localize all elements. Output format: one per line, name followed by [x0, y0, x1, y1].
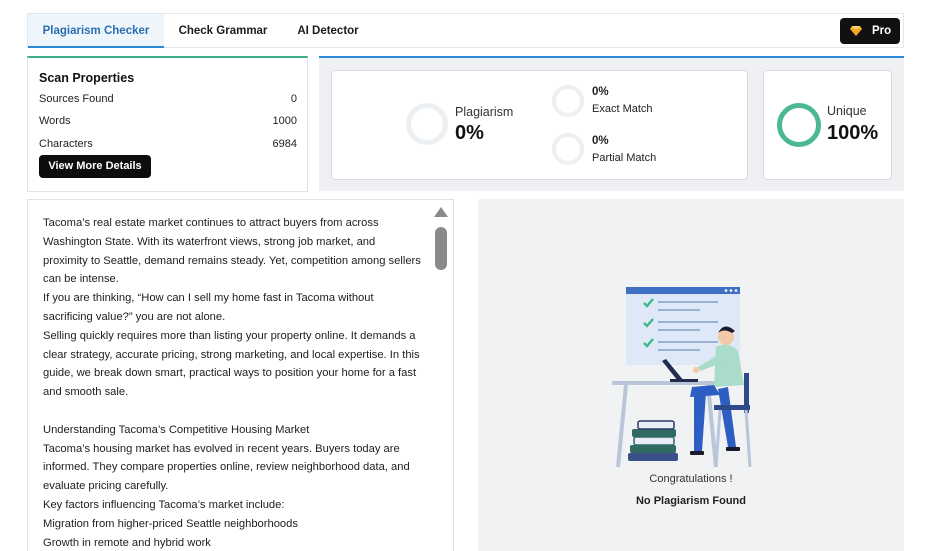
tab-ai-detector[interactable]: AI Detector — [290, 14, 366, 48]
prop-label: Characters — [39, 138, 93, 150]
scan-properties-panel: Scan Properties Sources Found 0 Words 10… — [27, 56, 308, 192]
partial-match-value: 0% — [592, 135, 609, 147]
tab-plagiarism-checker[interactable]: Plagiarism Checker — [28, 14, 164, 48]
congratulations-text: Congratulations ! — [649, 473, 733, 485]
person-at-laptop-illustration — [612, 287, 752, 468]
plagiarism-label: Plagiarism — [455, 105, 514, 119]
paragraph: Tacoma’s real estate market continues to… — [43, 217, 421, 286]
text-panel[interactable]: Tacoma’s real estate market continues to… — [27, 199, 454, 551]
partial-match-label: Partial Match — [592, 152, 657, 164]
exact-match-value: 0% — [592, 86, 609, 98]
paragraph: Key factors influencing Tacoma’s market … — [43, 498, 285, 511]
plagiarism-card: Plagiarism 0% 0% Exact Match 0% Partial … — [331, 70, 748, 180]
prop-row-characters: Characters 6984 — [39, 138, 297, 150]
text-content[interactable]: Tacoma’s real estate market continues to… — [43, 214, 423, 551]
paragraph: Selling quickly requires more than listi… — [43, 329, 420, 399]
scrollbar-thumb[interactable] — [435, 227, 447, 270]
unique-value: 100% — [827, 122, 879, 144]
paragraph: Migration from higher-priced Seattle nei… — [43, 517, 298, 530]
plagiarism-value: 0% — [455, 122, 484, 144]
partial-match-ring — [552, 133, 584, 165]
prop-value: 1000 — [272, 115, 297, 127]
exact-match-ring — [552, 85, 584, 117]
tab-check-grammar[interactable]: Check Grammar — [171, 14, 275, 48]
view-more-details-button[interactable]: View More Details — [39, 155, 151, 178]
results-panel: Plagiarism 0% 0% Exact Match 0% Partial … — [319, 56, 904, 191]
paragraph: Growth in remote and hybrid work — [43, 536, 211, 549]
prop-label: Sources Found — [39, 93, 114, 105]
exact-match-label: Exact Match — [592, 103, 653, 115]
prop-row-words: Words 1000 — [39, 115, 297, 127]
pro-button[interactable]: Pro — [840, 18, 900, 44]
unique-card: Unique 100% — [763, 70, 892, 180]
prop-label: Words — [39, 115, 71, 127]
gem-icon — [850, 26, 862, 36]
unique-ring — [777, 103, 821, 147]
prop-value: 0 — [290, 93, 297, 105]
pro-label: Pro — [872, 25, 892, 37]
paragraph: Tacoma’s housing market has evolved in r… — [43, 442, 410, 493]
scan-properties-title: Scan Properties — [39, 71, 135, 85]
plagiarism-ring — [406, 103, 448, 145]
prop-row-sources: Sources Found 0 — [39, 93, 297, 105]
paragraph: If you are thinking, “How can I sell my … — [43, 292, 374, 323]
congratulations-panel: Congratulations ! No Plagiarism Found — [478, 199, 904, 551]
no-plagiarism-text: No Plagiarism Found — [635, 495, 746, 507]
scroll-up-arrow-icon[interactable] — [434, 207, 448, 217]
tab-bar: Plagiarism Checker Check Grammar AI Dete… — [27, 13, 904, 48]
paragraph: Understanding Tacoma’s Competitive Housi… — [43, 423, 310, 436]
prop-value: 6984 — [272, 138, 297, 150]
unique-label: Unique — [827, 104, 867, 118]
